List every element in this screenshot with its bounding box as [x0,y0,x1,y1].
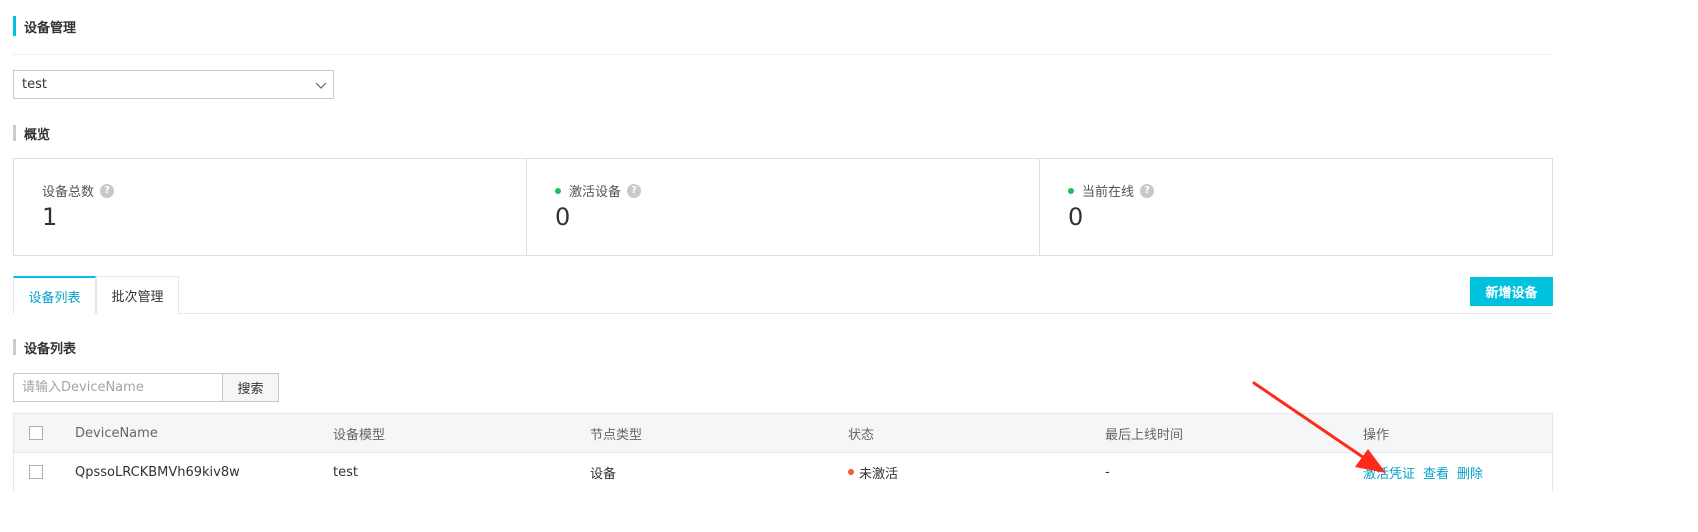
column-header: 最后上线时间 [1105,427,1184,443]
divider [13,54,1553,55]
node-type-cell: 设备 [590,466,617,482]
page-title-text: 设备管理 [24,20,77,36]
stat-value: 1 [42,203,58,231]
tab-batch-management[interactable]: 批次管理 [96,276,179,314]
device-list-title: 设备列表 [13,338,77,357]
stat-activated-devices: 激活设备 ? 0 [527,159,1040,255]
row-select-cell [29,453,43,491]
overview-stats: 设备总数 ? 1 激活设备 ? 0 当前在线 ? 0 [13,158,1553,256]
help-icon[interactable]: ? [100,183,115,198]
help-icon[interactable]: ? [627,183,642,198]
column-header: 设备模型 [333,427,386,443]
add-device-button[interactable]: 新增设备 [1470,277,1553,306]
section-bar [13,339,16,355]
view-link[interactable]: 查看 [1423,463,1449,482]
select-all-checkbox[interactable] [29,426,43,440]
device-name-cell: QpssoLRCKBMVh69kiv8w [75,464,240,480]
status-dot-icon [555,187,561,194]
actions-cell: 激活凭证 查看 删除 [1363,453,1491,491]
table-row: QpssoLRCKBMVh69kiv8w test 设备 未激活 - 激活凭证 … [13,453,1553,491]
device-list-title-text: 设备列表 [24,341,77,357]
column-header: 状态 [848,427,875,443]
stat-value: 0 [555,203,571,231]
model-cell: test [333,464,358,480]
stat-label-row: 激活设备 ? [555,181,642,200]
status-cell: 未激活 [848,453,898,491]
row-checkbox[interactable] [29,465,43,479]
stat-label-row: 当前在线 ? [1068,181,1155,200]
help-icon[interactable]: ? [1140,183,1155,198]
last-online-cell: - [1105,464,1110,480]
activation-credential-link[interactable]: 激活凭证 [1363,463,1415,482]
search-input[interactable] [13,373,223,402]
stat-label: 激活设备 [569,185,622,200]
delete-link[interactable]: 删除 [1457,463,1483,482]
column-header: DeviceName [75,425,158,441]
product-select[interactable]: test [13,70,334,99]
stat-total-devices: 设备总数 ? 1 [14,159,527,255]
column-header: 节点类型 [590,427,643,443]
select-all-cell [29,414,43,452]
stat-online-devices: 当前在线 ? 0 [1040,159,1552,255]
title-accent-bar [13,16,16,36]
column-header: 操作 [1363,427,1390,443]
product-select-value: test [22,77,47,92]
page-title: 设备管理 [13,15,76,37]
search-button[interactable]: 搜索 [222,373,279,402]
stat-value: 0 [1068,203,1084,231]
chevron-down-icon [315,82,327,89]
section-bar [13,125,16,141]
stat-label: 设备总数 [42,185,95,200]
overview-title-text: 概览 [24,127,51,143]
stat-label-row: 设备总数 ? [42,181,115,200]
tabs-divider [13,313,1553,314]
overview-title: 概览 [13,124,51,143]
status-dot-icon [848,469,854,475]
status-dot-icon [1068,187,1074,194]
table-header: DeviceName 设备模型 节点类型 状态 最后上线时间 操作 [13,413,1553,453]
stat-label: 当前在线 [1082,185,1135,200]
tab-device-list[interactable]: 设备列表 [13,276,96,314]
status-text: 未激活 [859,466,899,482]
